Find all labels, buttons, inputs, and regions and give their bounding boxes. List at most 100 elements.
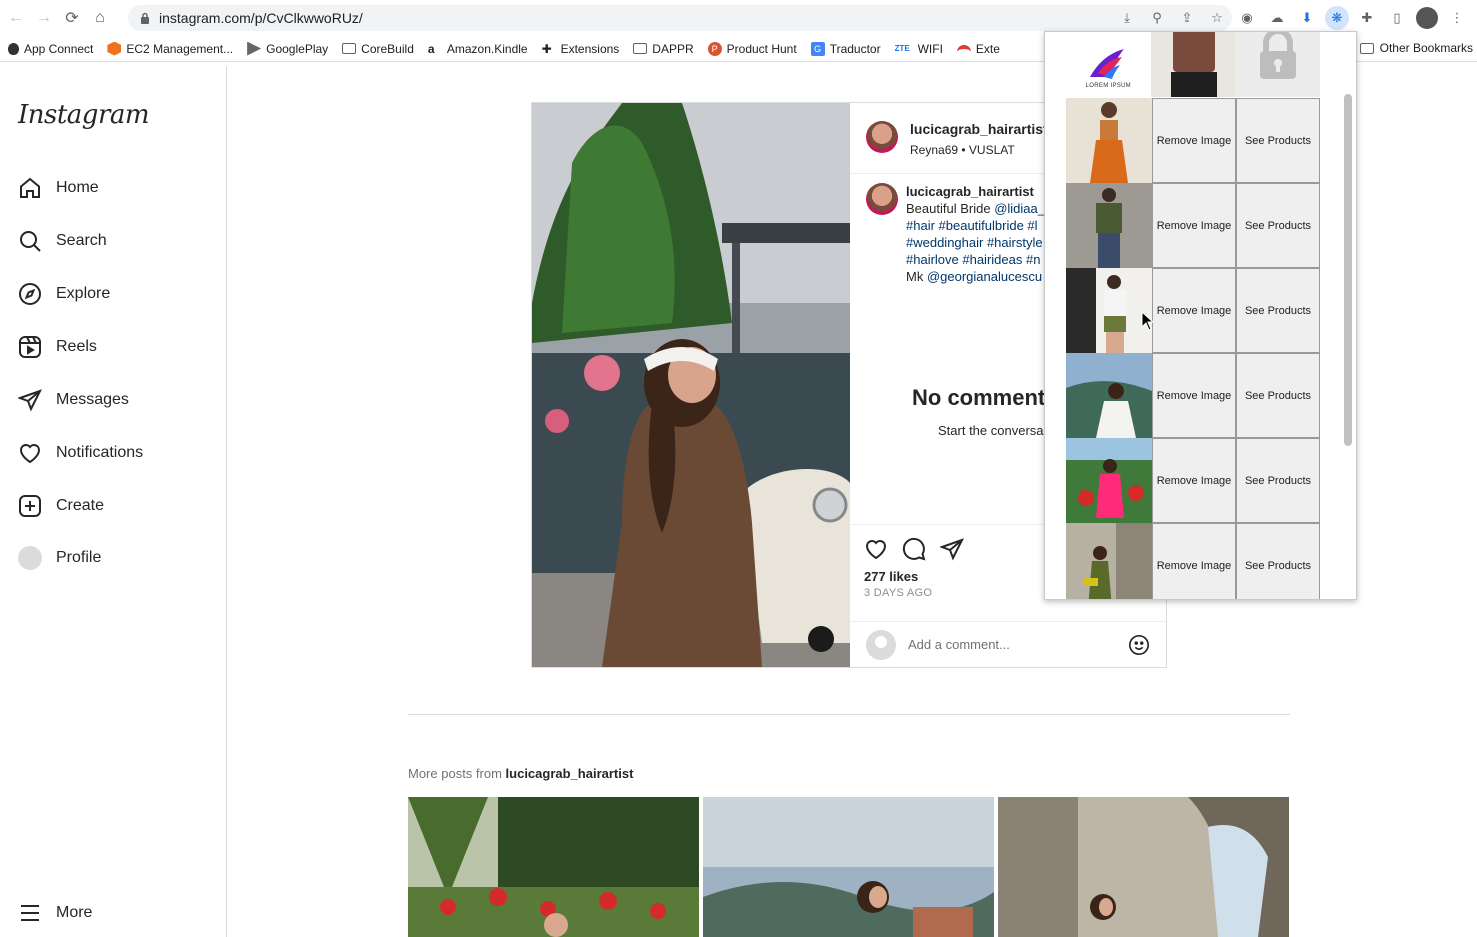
see-products-button[interactable]: See Products bbox=[1236, 268, 1320, 353]
home-icon[interactable]: ⌂ bbox=[86, 4, 114, 32]
star-icon[interactable]: ☆ bbox=[1205, 6, 1229, 30]
nav-search[interactable]: Search bbox=[18, 229, 107, 253]
menu-dots-icon[interactable]: ⋮ bbox=[1445, 6, 1469, 30]
hamburger-icon bbox=[21, 905, 39, 921]
emoji-icon[interactable] bbox=[1128, 634, 1150, 656]
more-post-thumb[interactable] bbox=[408, 797, 699, 937]
popup-row: Remove Image See Products bbox=[1066, 183, 1320, 268]
bookmark-label: Extensions bbox=[560, 41, 620, 56]
producthunt-icon: P bbox=[707, 41, 722, 56]
zte-icon: ZTE bbox=[894, 43, 910, 53]
hashtag-line[interactable]: #weddinghair #hairstyle bbox=[906, 235, 1043, 250]
share-send-icon[interactable] bbox=[940, 537, 964, 561]
address-bar[interactable]: instagram.com/p/CvClkwwoRUz/ bbox=[128, 5, 1232, 31]
remove-image-button[interactable]: Remove Image bbox=[1152, 353, 1236, 438]
nav-create[interactable]: Create bbox=[18, 494, 104, 518]
nav-messages[interactable]: Messages bbox=[18, 388, 129, 412]
instagram-logo[interactable]: Instagram bbox=[18, 100, 150, 130]
remove-image-button[interactable]: Remove Image bbox=[1152, 523, 1236, 599]
forward-icon[interactable]: → bbox=[30, 4, 58, 32]
comment-icon[interactable] bbox=[902, 537, 926, 561]
popup-row: Remove Image See Products bbox=[1066, 523, 1320, 599]
remove-image-button[interactable]: Remove Image bbox=[1152, 438, 1236, 523]
bookmark-corebuild[interactable]: CoreBuild bbox=[342, 42, 414, 56]
bookmark-ec2[interactable]: EC2 Management... bbox=[107, 41, 233, 56]
author-avatar[interactable] bbox=[866, 121, 898, 153]
share-icon[interactable]: ⇪ bbox=[1175, 6, 1199, 30]
like-heart-icon[interactable] bbox=[864, 537, 888, 561]
sidepanel-icon[interactable]: ▯ bbox=[1385, 6, 1409, 30]
audio-label[interactable]: Reyna69 • VUSLAT bbox=[910, 143, 1048, 157]
popup-image bbox=[1066, 523, 1152, 599]
bird-logo-icon bbox=[1090, 49, 1125, 79]
nav-reels[interactable]: Reels bbox=[18, 335, 97, 359]
more-post-thumb[interactable] bbox=[703, 797, 994, 937]
see-products-button[interactable]: See Products bbox=[1236, 183, 1320, 268]
nav-home[interactable]: Home bbox=[18, 176, 99, 200]
image-thumb bbox=[1066, 438, 1152, 523]
zoom-icon[interactable]: ⚲ bbox=[1145, 6, 1169, 30]
bookmark-product-hunt[interactable]: P Product Hunt bbox=[707, 41, 797, 56]
see-products-button[interactable]: See Products bbox=[1236, 353, 1320, 438]
popup-scrollbar[interactable] bbox=[1344, 94, 1352, 446]
image-thumb bbox=[1066, 268, 1152, 353]
no-comments-title: No comments bbox=[912, 385, 1058, 410]
more-posts-heading: More posts from lucicagrab_hairartist bbox=[408, 766, 633, 781]
nav-more[interactable]: More bbox=[18, 901, 92, 925]
post-video[interactable] bbox=[532, 103, 850, 667]
caption-username[interactable]: lucicagrab_hairartist bbox=[906, 184, 1034, 199]
remove-image-button[interactable]: Remove Image bbox=[1152, 268, 1236, 353]
hashtag-line[interactable]: #hair #beautifulbride #l bbox=[906, 218, 1038, 233]
bookmark-googleplay[interactable]: GooglePlay bbox=[247, 41, 328, 56]
see-products-button[interactable]: See Products bbox=[1236, 523, 1320, 599]
more-posts-username[interactable]: lucicagrab_hairartist bbox=[506, 766, 634, 781]
remove-image-button[interactable]: Remove Image bbox=[1152, 183, 1236, 268]
author-username[interactable]: lucicagrab_hairartist bbox=[910, 121, 1048, 137]
puzzle-icon[interactable]: ✚ bbox=[1355, 6, 1379, 30]
bookmark-label: Traductor bbox=[829, 41, 881, 56]
profile-avatar-icon[interactable] bbox=[1415, 6, 1439, 30]
popup-image bbox=[1150, 32, 1236, 97]
cloud-icon[interactable]: ☁ bbox=[1265, 6, 1289, 30]
reload-icon[interactable]: ⟳ bbox=[58, 4, 86, 32]
more-post-thumb[interactable] bbox=[998, 797, 1289, 937]
home-icon bbox=[20, 177, 40, 198]
extension-active-icon[interactable]: ❋ bbox=[1325, 6, 1349, 30]
bookmark-exte[interactable]: Exte bbox=[956, 42, 1000, 56]
bookmark-extensions[interactable]: ✚ Extensions bbox=[542, 42, 620, 56]
install-icon[interactable]: ⤓ bbox=[1115, 6, 1139, 30]
popup-image bbox=[1066, 183, 1152, 268]
bookmark-traductor[interactable]: G Traductor bbox=[810, 41, 881, 56]
translate-icon: G bbox=[810, 41, 825, 56]
camera-icon[interactable]: ◉ bbox=[1235, 6, 1259, 30]
nav-profile[interactable]: Profile bbox=[18, 546, 101, 570]
other-bookmarks[interactable]: Other Bookmarks bbox=[1359, 41, 1473, 55]
nav-notifications[interactable]: Notifications bbox=[18, 441, 143, 465]
nav-label: Explore bbox=[56, 285, 111, 302]
reels-icon bbox=[19, 336, 41, 358]
profile-avatar bbox=[18, 546, 42, 570]
see-products-button[interactable]: See Products bbox=[1236, 438, 1320, 523]
popup-logo-text: LOREM IPSUM bbox=[1085, 83, 1131, 89]
popup-image bbox=[1066, 438, 1152, 523]
bookmark-app-connect[interactable]: App Connect bbox=[8, 42, 93, 56]
back-icon[interactable]: ← bbox=[2, 4, 30, 32]
caption-avatar[interactable] bbox=[866, 183, 898, 215]
mention-link[interactable]: @lidiaa_ bbox=[994, 201, 1045, 216]
caption-text: lucicagrab_hairartist Beautiful Bride @l… bbox=[906, 183, 1045, 285]
bookmark-kindle[interactable]: a Amazon.Kindle bbox=[428, 42, 528, 56]
more-posts-prefix: More posts from bbox=[408, 766, 506, 781]
start-conversation-text: Start the conversa bbox=[938, 423, 1044, 438]
thumb-image bbox=[408, 797, 699, 937]
hashtag-line[interactable]: #hairlove #hairideas #n bbox=[906, 252, 1040, 267]
bookmark-wifi[interactable]: ZTE WIFI bbox=[895, 42, 943, 56]
see-products-button[interactable]: See Products bbox=[1236, 98, 1320, 183]
mention-link[interactable]: @georgianalucescu bbox=[927, 269, 1042, 284]
download-icon[interactable]: ⬇ bbox=[1295, 6, 1319, 30]
remove-image-button[interactable]: Remove Image bbox=[1152, 98, 1236, 183]
bookmark-dappr[interactable]: DAPPR bbox=[633, 42, 694, 56]
popup-logo: LOREM IPSUM bbox=[1066, 32, 1151, 97]
nav-explore[interactable]: Explore bbox=[18, 282, 110, 306]
bookmark-label: CoreBuild bbox=[361, 41, 414, 56]
comment-input[interactable]: Add a comment... bbox=[908, 637, 1116, 652]
